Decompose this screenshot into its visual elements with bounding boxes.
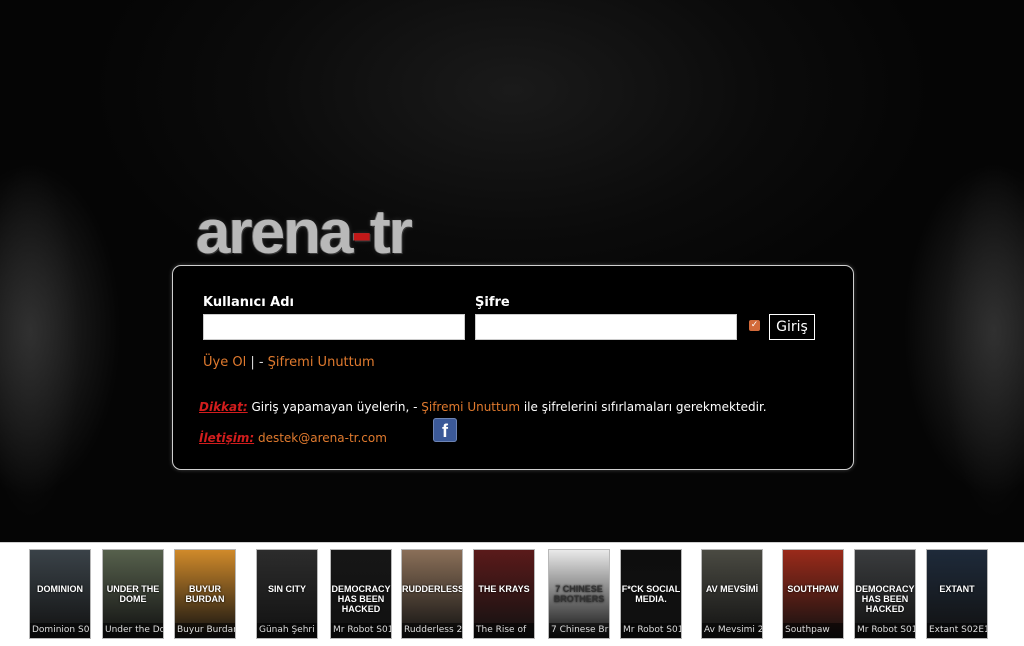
poster-headline: DEMOCRACY HAS BEEN HACKED [331,584,391,614]
poster-thumbnail[interactable]: UNDER THE DOME Under the Do [102,549,164,639]
poster-caption: Buyur Burdan [175,623,235,638]
poster-caption: Mr Robot S01 [855,623,915,638]
poster-thumbnail[interactable]: AV MEVSİMİ Av Mevsimi 2 [701,549,763,639]
password-label: Şifre [475,295,510,310]
poster-headline: SOUTHPAW [787,584,839,594]
logo-dash: - [351,198,372,267]
site-logo[interactable]: arena-tr [196,198,413,267]
poster-caption: Av Mevsimi 2 [702,623,762,638]
poster-headline: THE KRAYS [478,584,530,594]
poster-caption: 7 Chinese Br [549,623,609,638]
poster-thumbnail[interactable]: 7 CHINESE BROTHERS 7 Chinese Br [548,549,610,639]
poster-thumbnail[interactable]: SOUTHPAW Southpaw [782,549,844,639]
poster-caption: Mr Robot S01 [331,623,391,638]
logo-text-2: tr [370,198,413,267]
username-input[interactable] [203,314,465,340]
contact-email-link[interactable]: destek@arena-tr.com [258,431,387,445]
poster-caption: Günah Şehri [257,623,317,638]
logo-text-1: arena [196,198,353,267]
poster-headline: RUDDERLESS [402,584,463,594]
poster-thumbnail[interactable]: RUDDERLESS Rudderless 2 [401,549,463,639]
poster-headline: DOMINION [37,584,83,594]
register-link[interactable]: Üye Ol [203,355,246,370]
poster-caption: The Rise of [474,623,534,638]
link-separator: | - [246,355,268,370]
poster-thumbnail[interactable]: EXTANT Extant S02E1 [926,549,988,639]
notice-text-before: Giriş yapamayan üyelerin, - [247,400,422,414]
login-panel: Kullanıcı Adı Şifre ✓ Giriş Üye Ol | - Ş… [172,265,854,470]
notice-text: Dikkat: Giriş yapamayan üyelerin, - Şifr… [199,400,767,414]
poster-caption: Southpaw [783,623,843,638]
poster-headline: BUYUR BURDAN [185,584,225,604]
poster-thumbnail[interactable]: DEMOCRACY HAS BEEN HACKED Mr Robot S01 [330,549,392,639]
notice-label: Dikkat: [199,400,248,414]
poster-headline: SIN CITY [267,584,306,594]
poster-strip: DOMINION Dominion S02 UNDER THE DOME Under … [0,542,1024,646]
poster-thumbnail[interactable]: SIN CITY Günah Şehri [256,549,318,639]
notice-forgot-link[interactable]: Şifremi Unuttum [421,400,520,414]
poster-caption: Extant S02E1 [927,623,987,638]
poster-thumbnail[interactable]: THE KRAYS The Rise of [473,549,535,639]
remember-me-checkbox[interactable]: ✓ [749,320,760,331]
poster-headline: 7 CHINESE BROTHERS [553,584,605,604]
password-input[interactable] [475,314,737,340]
poster-headline: DEMOCRACY HAS BEEN HACKED [855,584,915,614]
poster-caption: Under the Do [103,623,163,638]
contact-label: İletişim: [199,431,255,445]
poster-headline: UNDER THE DOME [106,584,160,604]
poster-caption: Rudderless 2 [402,623,462,638]
poster-thumbnail[interactable]: F*CK SOCIAL MEDIA. Mr Robot S01 [620,549,682,639]
forgot-password-link[interactable]: Şifremi Unuttum [268,355,375,370]
poster-headline: AV MEVSİMİ [705,584,759,594]
account-links: Üye Ol | - Şifremi Unuttum [203,355,375,370]
poster-headline: F*CK SOCIAL MEDIA. [621,584,681,604]
poster-caption: Mr Robot S01 [621,623,681,638]
username-label: Kullanıcı Adı [203,295,295,310]
poster-caption: Dominion S02 [30,623,90,638]
poster-thumbnail[interactable]: BUYUR BURDAN Buyur Burdan [174,549,236,639]
poster-headline: EXTANT [939,584,975,594]
poster-thumbnail[interactable]: DEMOCRACY HAS BEEN HACKED Mr Robot S01 [854,549,916,639]
notice-text-after: ile şifrelerini sıfırlamaları gerekmekte… [520,400,767,414]
facebook-icon[interactable]: f [433,418,457,442]
poster-thumbnail[interactable]: DOMINION Dominion S02 [29,549,91,639]
contact-info: İletişim: destek@arena-tr.com [199,431,387,445]
login-button[interactable]: Giriş [769,314,815,340]
